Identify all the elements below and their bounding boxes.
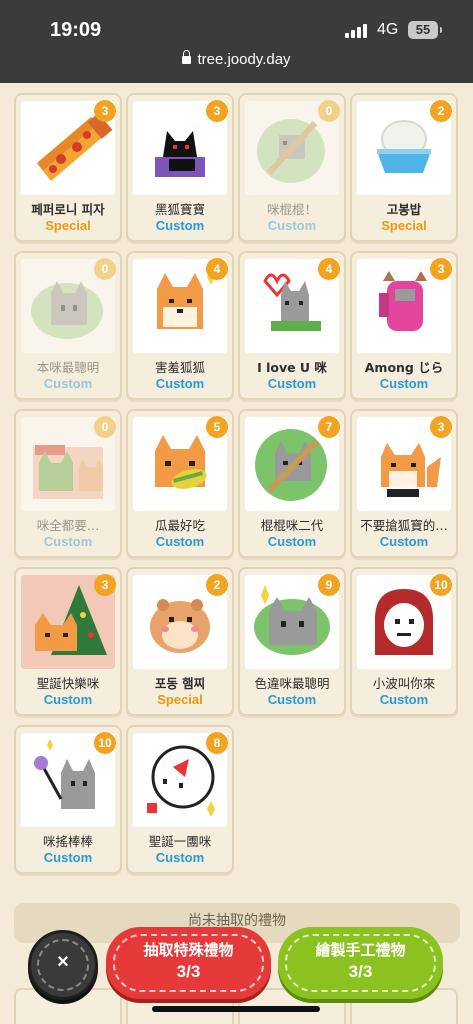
gift-tag: Custom: [43, 534, 93, 549]
count-badge: 8: [206, 732, 228, 754]
gift-name: 瓜最好吃: [154, 518, 205, 533]
count-badge: 3: [94, 574, 116, 596]
gift-card[interactable]: 0 本咪最聰明 Custom: [14, 251, 122, 400]
gift-name: 고봉밥: [386, 202, 422, 217]
gift-card[interactable]: 9 色違咪最聰明 Custom: [238, 567, 346, 716]
count-badge: 5: [206, 416, 228, 438]
gift-card[interactable]: 7 棍棍咪二代 Custom: [238, 409, 346, 558]
count-badge: 3: [94, 100, 116, 122]
count-badge: 0: [318, 100, 340, 122]
gift-tag: Custom: [379, 534, 429, 549]
draw-custom-gift-button[interactable]: 繪製手工禮物 3/3: [278, 927, 443, 999]
gift-name: 포동 햄찌: [154, 676, 206, 691]
gift-name: 本咪最聰明: [36, 360, 100, 375]
count-badge: 3: [430, 258, 452, 280]
gift-tag: Custom: [155, 850, 205, 865]
gift-name: 聖誕一團咪: [148, 834, 212, 849]
draw-custom-count: 3/3: [348, 962, 373, 981]
count-badge: 9: [318, 574, 340, 596]
draw-special-label: 抽取特殊禮物: [143, 941, 234, 959]
count-badge: 3: [206, 100, 228, 122]
count-badge: 10: [430, 574, 452, 596]
gift-tag: Custom: [267, 376, 317, 391]
gift-card[interactable]: 3 Among じら Custom: [350, 251, 458, 400]
gift-name: Among じら: [364, 360, 444, 375]
gift-card[interactable]: 3 不要搶狐寶的… Custom: [350, 409, 458, 558]
gift-tag: Custom: [43, 376, 93, 391]
count-badge: 2: [206, 574, 228, 596]
gift-name: 害羞狐狐: [154, 360, 205, 375]
count-badge: 4: [206, 258, 228, 280]
gift-name: 小波叫你來: [372, 676, 436, 691]
gift-tag: Special: [157, 692, 203, 707]
battery-icon: 55: [408, 21, 442, 39]
count-badge: 0: [94, 416, 116, 438]
gift-card[interactable]: 2 포동 햄찌 Special: [126, 567, 234, 716]
gift-tag: Custom: [155, 218, 205, 233]
gift-tag: Special: [45, 218, 91, 233]
status-time: 19:09: [50, 19, 102, 41]
gift-card[interactable]: 5 瓜最好吃 Custom: [126, 409, 234, 558]
draw-custom-label: 繪製手工禮物: [315, 941, 406, 959]
gift-card[interactable]: 4 I love U 咪 Custom: [238, 251, 346, 400]
count-badge: 7: [318, 416, 340, 438]
draw-special-gift-button[interactable]: 抽取特殊禮物 3/3: [106, 927, 271, 999]
gift-tag: Special: [381, 218, 427, 233]
gift-card[interactable]: 3 페퍼로니 피자 Special: [14, 93, 122, 242]
gift-card[interactable]: 0 咪棍棍！ Custom: [238, 93, 346, 242]
gift-name: 咪棍棍！: [266, 202, 317, 217]
count-badge: 2: [430, 100, 452, 122]
gift-name: 棍棍咪二代: [260, 518, 324, 533]
gift-card[interactable]: 4 害羞狐狐 Custom: [126, 251, 234, 400]
lock-icon: [182, 50, 192, 64]
gift-tag: Custom: [379, 376, 429, 391]
gift-card[interactable]: 10 小波叫你來 Custom: [350, 567, 458, 716]
count-badge: 3: [430, 416, 452, 438]
gift-tag: Custom: [267, 692, 317, 707]
browser-header: 19:09 4G 55 tree.joody.day: [0, 0, 473, 83]
gift-card[interactable]: 3 聖誕快樂咪 Custom: [14, 567, 122, 716]
gift-tag: Custom: [43, 850, 93, 865]
url-text: tree.joody.day: [197, 51, 291, 68]
gift-tag: Custom: [267, 534, 317, 549]
gift-name: 色違咪最聰明: [254, 676, 330, 691]
count-badge: 0: [94, 258, 116, 280]
gift-name: 聖誕快樂咪: [36, 676, 100, 691]
gift-card[interactable]: 10 咪搖棒棒 Custom: [14, 725, 122, 874]
gift-name: 不要搶狐寶的…: [360, 518, 448, 533]
gift-name: 咪全都要…: [36, 518, 100, 533]
gift-name: 咪搖棒棒: [42, 834, 93, 849]
gift-card[interactable]: 2 고봉밥 Special: [350, 93, 458, 242]
gift-name: I love U 咪: [257, 360, 327, 375]
gift-tag: Custom: [155, 376, 205, 391]
gift-name: 페퍼로니 피자: [31, 202, 105, 217]
network-label: 4G: [377, 21, 399, 38]
count-badge: 10: [94, 732, 116, 754]
gift-tag: Custom: [155, 534, 205, 549]
gift-card[interactable]: 3 黑狐寶寶 Custom: [126, 93, 234, 242]
home-indicator[interactable]: [152, 1006, 320, 1012]
gift-card[interactable]: 8 聖誕一團咪 Custom: [126, 725, 234, 874]
gift-tag: Custom: [267, 218, 317, 233]
count-badge: 4: [318, 258, 340, 280]
draw-special-count: 3/3: [176, 962, 201, 981]
signal-icon: [345, 24, 371, 38]
gift-tag: Custom: [43, 692, 93, 707]
gift-name: 黑狐寶寶: [154, 202, 205, 217]
gift-card[interactable]: 0 咪全都要… Custom: [14, 409, 122, 558]
close-icon: ×: [57, 951, 69, 973]
url-bar[interactable]: tree.joody.day: [0, 50, 473, 68]
close-button[interactable]: ×: [28, 930, 98, 1000]
gift-tag: Custom: [379, 692, 429, 707]
